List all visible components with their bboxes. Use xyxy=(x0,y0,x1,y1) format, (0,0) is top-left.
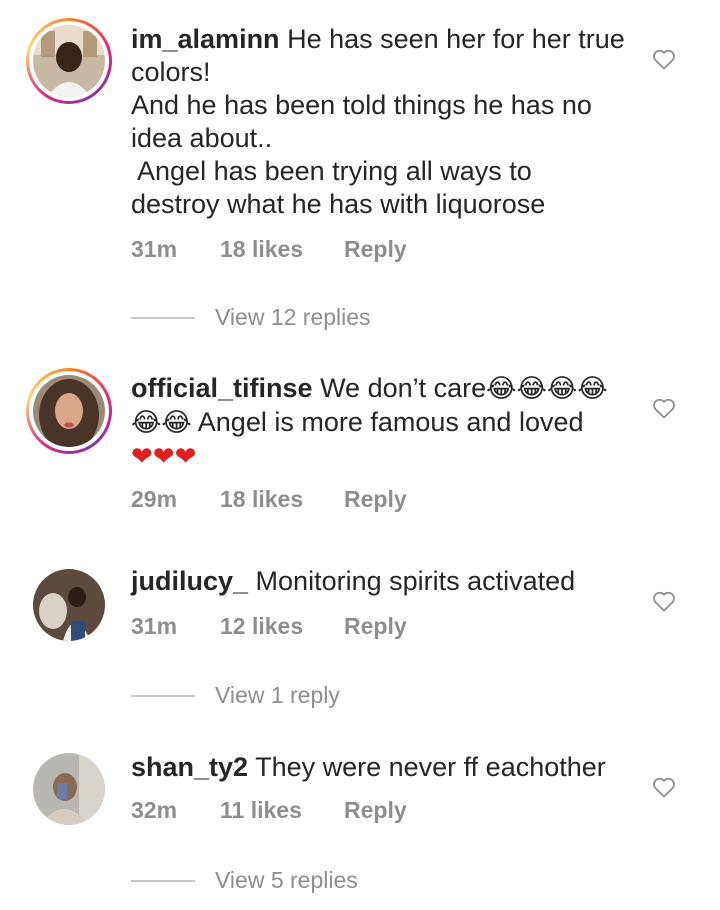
comment-time: 31m xyxy=(131,613,178,639)
comment-time: 29m xyxy=(131,486,178,512)
comment-text: judilucy_ Monitoring spirits activated xyxy=(131,565,631,598)
comment-text-line: Angel has been trying all ways to xyxy=(131,156,532,186)
comment-text-line: destroy what he has with liquorose xyxy=(131,189,546,219)
comment-text: shan_ty2 They were never ff eachother xyxy=(131,751,631,784)
comment-text: im_alaminn He has seen her for her true … xyxy=(131,23,631,221)
reply-button[interactable]: Reply xyxy=(344,797,407,824)
heart-outline-icon[interactable] xyxy=(652,48,676,70)
replies-divider xyxy=(131,694,195,697)
comment-likes[interactable]: 11 likes xyxy=(220,797,344,824)
heart-outline-icon[interactable] xyxy=(652,590,676,612)
comment-text-part: Monitoring spirits activated xyxy=(255,566,576,596)
comment-text-line: colors! xyxy=(131,57,211,87)
avatar xyxy=(33,753,105,825)
comment-username[interactable]: im_alaminn xyxy=(131,24,280,54)
view-replies-label: View 5 replies xyxy=(215,867,358,893)
avatar xyxy=(33,25,105,97)
comment-text-line: He has seen her for her true xyxy=(287,24,625,54)
comment-likes[interactable]: 12 likes xyxy=(220,613,344,640)
comment-text-part: We don’t care xyxy=(320,373,487,403)
avatar-wrapper[interactable] xyxy=(33,569,105,641)
view-replies-button[interactable]: View 5 replies xyxy=(131,867,358,894)
reply-button[interactable]: Reply xyxy=(344,486,407,513)
avatar xyxy=(33,569,105,641)
comment-text-line: And he has been told things he has no xyxy=(131,90,592,120)
comment-text-part: They were never ff eachother xyxy=(255,752,606,782)
view-replies-label: View 12 replies xyxy=(215,304,371,330)
heart-outline-icon[interactable] xyxy=(652,397,676,419)
comment-username[interactable]: judilucy_ xyxy=(131,566,248,596)
reply-button[interactable]: Reply xyxy=(344,236,407,263)
replies-divider xyxy=(131,316,195,319)
comment-text-part: Angel is more famous and loved xyxy=(197,407,584,437)
view-replies-button[interactable]: View 12 replies xyxy=(131,304,371,331)
heart-outline-icon[interactable] xyxy=(652,776,676,798)
avatar xyxy=(33,375,105,447)
comment-username[interactable]: official_tifinse xyxy=(131,373,313,403)
comment-username[interactable]: shan_ty2 xyxy=(131,752,248,782)
comment-text-line: idea about.. xyxy=(131,123,273,153)
red-heart-emoji: ❤❤❤ xyxy=(131,442,197,472)
avatar-story-ring[interactable] xyxy=(26,18,112,104)
replies-divider xyxy=(131,879,195,882)
avatar-story-ring[interactable] xyxy=(26,368,112,454)
comment-time: 31m xyxy=(131,236,178,262)
reply-button[interactable]: Reply xyxy=(344,613,407,640)
comment-text: official_tifinse We don’t care😂😂😂😂 😂😂 An… xyxy=(131,372,631,474)
avatar-wrapper[interactable] xyxy=(33,753,105,825)
view-replies-button[interactable]: View 1 reply xyxy=(131,682,340,709)
comment-likes[interactable]: 18 likes xyxy=(220,236,344,263)
laughing-emoji: 😂😂 xyxy=(131,408,192,438)
comment-time: 32m xyxy=(131,797,178,823)
view-replies-label: View 1 reply xyxy=(215,682,340,708)
comment-likes[interactable]: 18 likes xyxy=(220,486,344,513)
laughing-emoji: 😂😂😂😂 xyxy=(486,374,608,404)
